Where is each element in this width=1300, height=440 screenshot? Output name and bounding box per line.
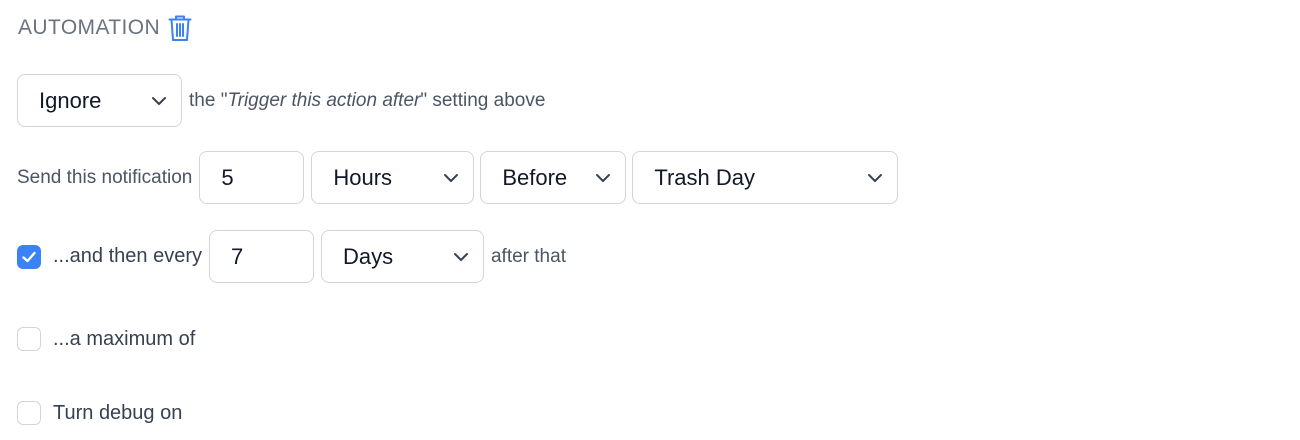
trash-icon[interactable] <box>168 14 192 42</box>
send-direction-select[interactable]: Before <box>480 151 627 204</box>
debug-label: Turn debug on <box>53 401 183 424</box>
send-label: Send this notification <box>17 166 193 188</box>
send-direction-value: Before <box>502 164 568 190</box>
maximum-row: ...a maximum of <box>17 327 195 351</box>
repeat-unit-select[interactable]: Days <box>320 230 484 283</box>
check-icon <box>22 251 36 262</box>
repeat-row: ...and then every Days after that <box>17 230 566 283</box>
send-event-select[interactable]: Trash Day <box>632 151 899 204</box>
section-title: AUTOMATION <box>18 16 161 39</box>
maximum-label: ...a maximum of <box>53 327 196 350</box>
chevron-down-icon <box>151 96 167 106</box>
repeat-label: ...and then every <box>53 245 202 267</box>
debug-checkbox[interactable] <box>17 401 41 425</box>
trigger-row: Ignore the "Trigger this action after" s… <box>17 74 545 127</box>
trigger-setting-name: Trigger this action after <box>227 89 421 111</box>
repeat-unit-value: Days <box>342 243 394 269</box>
maximum-checkbox[interactable] <box>17 327 41 351</box>
debug-row: Turn debug on <box>17 401 182 425</box>
send-unit-value: Hours <box>333 164 393 190</box>
send-event-value: Trash Day <box>654 164 755 190</box>
chevron-down-icon <box>867 173 883 183</box>
chevron-down-icon <box>453 252 469 262</box>
automation-header: AUTOMATION <box>18 12 192 44</box>
send-row: Send this notification Hours Before Tras… <box>17 151 899 204</box>
trigger-mode-select[interactable]: Ignore <box>17 74 182 127</box>
trigger-description: the "Trigger this action after" setting … <box>189 89 546 111</box>
chevron-down-icon <box>595 173 611 183</box>
send-unit-select[interactable]: Hours <box>311 151 475 204</box>
trigger-mode-value: Ignore <box>39 87 102 113</box>
repeat-interval-input[interactable] <box>208 230 314 283</box>
chevron-down-icon <box>443 173 459 183</box>
repeat-suffix: after that <box>490 245 566 267</box>
repeat-checkbox[interactable] <box>17 244 41 269</box>
send-amount-input[interactable] <box>199 151 305 204</box>
